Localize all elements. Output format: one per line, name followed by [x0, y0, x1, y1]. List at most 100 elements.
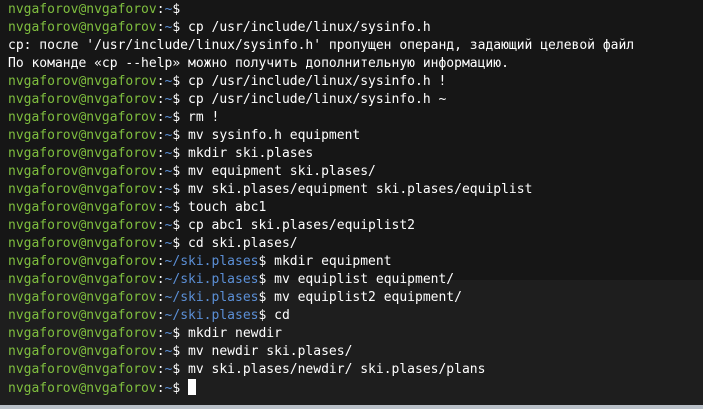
- prompt-colon: :: [156, 272, 165, 287]
- prompt-user-host: nvgaforov@nvgaforov: [8, 20, 157, 35]
- terminal-prompt-line: nvgaforov@nvgaforov:~$: [8, 1, 695, 19]
- prompt-colon: :: [156, 236, 165, 251]
- prompt-dollar: $: [258, 290, 275, 305]
- prompt-dollar: $: [172, 218, 189, 233]
- prompt-colon: :: [156, 164, 165, 179]
- terminal-prompt-line: nvgaforov@nvgaforov:~/ski.plases$ mkdir …: [8, 253, 695, 271]
- prompt-colon: :: [156, 290, 165, 305]
- command-text: mkdir equipment: [274, 254, 392, 269]
- terminal-prompt-line: nvgaforov@nvgaforov:~$ mv ski.plases/new…: [8, 361, 695, 379]
- prompt-colon: :: [156, 344, 165, 359]
- prompt-dollar: $: [172, 344, 189, 359]
- prompt-dollar: $: [258, 272, 275, 287]
- prompt-colon: :: [156, 254, 165, 269]
- prompt-dollar: $: [172, 20, 189, 35]
- prompt-dollar: $: [172, 164, 189, 179]
- terminal-prompt-line: nvgaforov@nvgaforov:~$ cp /usr/include/l…: [8, 73, 695, 91]
- command-text: mv ski.plases/newdir/ ski.plases/plans: [188, 362, 486, 377]
- command-text: mv equiplist2 equipment/: [274, 290, 462, 305]
- prompt-dollar: $: [172, 110, 189, 125]
- prompt-colon: :: [156, 218, 165, 233]
- prompt-user-host: nvgaforov@nvgaforov: [8, 110, 157, 125]
- prompt-dollar: $: [258, 254, 275, 269]
- prompt-user-host: nvgaforov@nvgaforov: [8, 218, 157, 233]
- prompt-user-host: nvgaforov@nvgaforov: [8, 146, 157, 161]
- command-text: touch abc1: [188, 200, 267, 215]
- prompt-user-host: nvgaforov@nvgaforov: [8, 254, 157, 269]
- prompt-user-host: nvgaforov@nvgaforov: [8, 182, 157, 197]
- prompt-dollar: $: [172, 74, 189, 89]
- prompt-dollar: $: [172, 362, 189, 377]
- prompt-path: ~/ski.plases: [164, 272, 259, 287]
- command-text: mkdir ski.plases: [188, 146, 314, 161]
- prompt-user-host: nvgaforov@nvgaforov: [8, 344, 157, 359]
- text-cursor[interactable]: [188, 379, 197, 395]
- terminal-prompt-line: nvgaforov@nvgaforov:~/ski.plases$ cd: [8, 307, 695, 325]
- prompt-user-host: nvgaforov@nvgaforov: [8, 74, 157, 89]
- prompt-path: ~/ski.plases: [164, 290, 259, 305]
- window-bottom-edge: [0, 405, 703, 409]
- prompt-user-host: nvgaforov@nvgaforov: [8, 236, 157, 251]
- command-text: mv newdir ski.plases/: [188, 344, 353, 359]
- command-text: cp /usr/include/linux/sysinfo.h !: [188, 74, 447, 89]
- command-text: cp abc1 ski.plases/equiplist2: [188, 218, 416, 233]
- prompt-user-host: nvgaforov@nvgaforov: [8, 128, 157, 143]
- prompt-dollar: $: [172, 182, 189, 197]
- command-text: cp /usr/include/linux/sysinfo.h: [188, 20, 431, 35]
- command-text: cd ski.plases/: [188, 236, 298, 251]
- terminal-prompt-line: nvgaforov@nvgaforov:~$ touch abc1: [8, 199, 695, 217]
- terminal-prompt-line: nvgaforov@nvgaforov:~$: [8, 379, 695, 397]
- prompt-colon: :: [156, 182, 165, 197]
- prompt-dollar: $: [172, 146, 189, 161]
- command-text: mkdir newdir: [188, 326, 282, 341]
- prompt-dollar: $: [172, 326, 189, 341]
- output-text: cp: после '/usr/include/linux/sysinfo.h'…: [8, 38, 635, 53]
- prompt-user-host: nvgaforov@nvgaforov: [8, 164, 157, 179]
- terminal-output: nvgaforov@nvgaforov:~$ nvgaforov@nvgafor…: [8, 0, 695, 397]
- prompt-colon: :: [156, 362, 165, 377]
- prompt-user-host: nvgaforov@nvgaforov: [8, 2, 157, 17]
- prompt-colon: :: [156, 200, 165, 215]
- prompt-colon: :: [156, 326, 165, 341]
- prompt-dollar: $: [172, 200, 189, 215]
- command-text: cp /usr/include/linux/sysinfo.h ~: [188, 92, 447, 107]
- prompt-user-host: nvgaforov@nvgaforov: [8, 308, 157, 323]
- prompt-colon: :: [156, 381, 165, 396]
- terminal-prompt-line: nvgaforov@nvgaforov:~$ mv ski.plases/equ…: [8, 181, 695, 199]
- prompt-path: ~/ski.plases: [164, 308, 259, 323]
- terminal-prompt-line: nvgaforov@nvgaforov:~$ cp /usr/include/l…: [8, 91, 695, 109]
- prompt-dollar: $: [172, 128, 189, 143]
- prompt-dollar: $: [172, 236, 189, 251]
- prompt-user-host: nvgaforov@nvgaforov: [8, 362, 157, 377]
- prompt-dollar: $: [172, 92, 189, 107]
- terminal-prompt-line: nvgaforov@nvgaforov:~$ mkdir ski.plases: [8, 145, 695, 163]
- prompt-colon: :: [156, 146, 165, 161]
- terminal-window[interactable]: nvgaforov@nvgaforov:~$ nvgaforov@nvgafor…: [0, 0, 703, 405]
- prompt-dollar: $: [172, 2, 189, 17]
- prompt-user-host: nvgaforov@nvgaforov: [8, 381, 157, 396]
- terminal-prompt-line: nvgaforov@nvgaforov:~$ cd ski.plases/: [8, 235, 695, 253]
- prompt-user-host: nvgaforov@nvgaforov: [8, 272, 157, 287]
- output-text: По команде «cp --help» можно получить до…: [8, 56, 509, 71]
- prompt-colon: :: [156, 20, 165, 35]
- prompt-user-host: nvgaforov@nvgaforov: [8, 200, 157, 215]
- prompt-dollar: $: [258, 308, 275, 323]
- terminal-output-line: По команде «cp --help» можно получить до…: [8, 55, 695, 73]
- terminal-prompt-line: nvgaforov@nvgaforov:~/ski.plases$ mv equ…: [8, 289, 695, 307]
- terminal-prompt-line: nvgaforov@nvgaforov:~$ mv sysinfo.h equi…: [8, 127, 695, 145]
- command-text: mv ski.plases/equipment ski.plases/equip…: [188, 182, 533, 197]
- terminal-prompt-line: nvgaforov@nvgaforov:~/ski.plases$ mv equ…: [8, 271, 695, 289]
- command-text: mv equiplist equipment/: [274, 272, 455, 287]
- prompt-path: ~/ski.plases: [164, 254, 259, 269]
- terminal-output-line: cp: после '/usr/include/linux/sysinfo.h'…: [8, 37, 695, 55]
- terminal-prompt-line: nvgaforov@nvgaforov:~$ mv newdir ski.pla…: [8, 343, 695, 361]
- prompt-user-host: nvgaforov@nvgaforov: [8, 326, 157, 341]
- prompt-colon: :: [156, 74, 165, 89]
- command-text: rm !: [188, 110, 220, 125]
- prompt-colon: :: [156, 2, 165, 17]
- command-text: mv equipment ski.plases/: [188, 164, 376, 179]
- command-text: mv sysinfo.h equipment: [188, 128, 361, 143]
- prompt-colon: :: [156, 128, 165, 143]
- prompt-colon: :: [156, 308, 165, 323]
- command-text: cd: [274, 308, 290, 323]
